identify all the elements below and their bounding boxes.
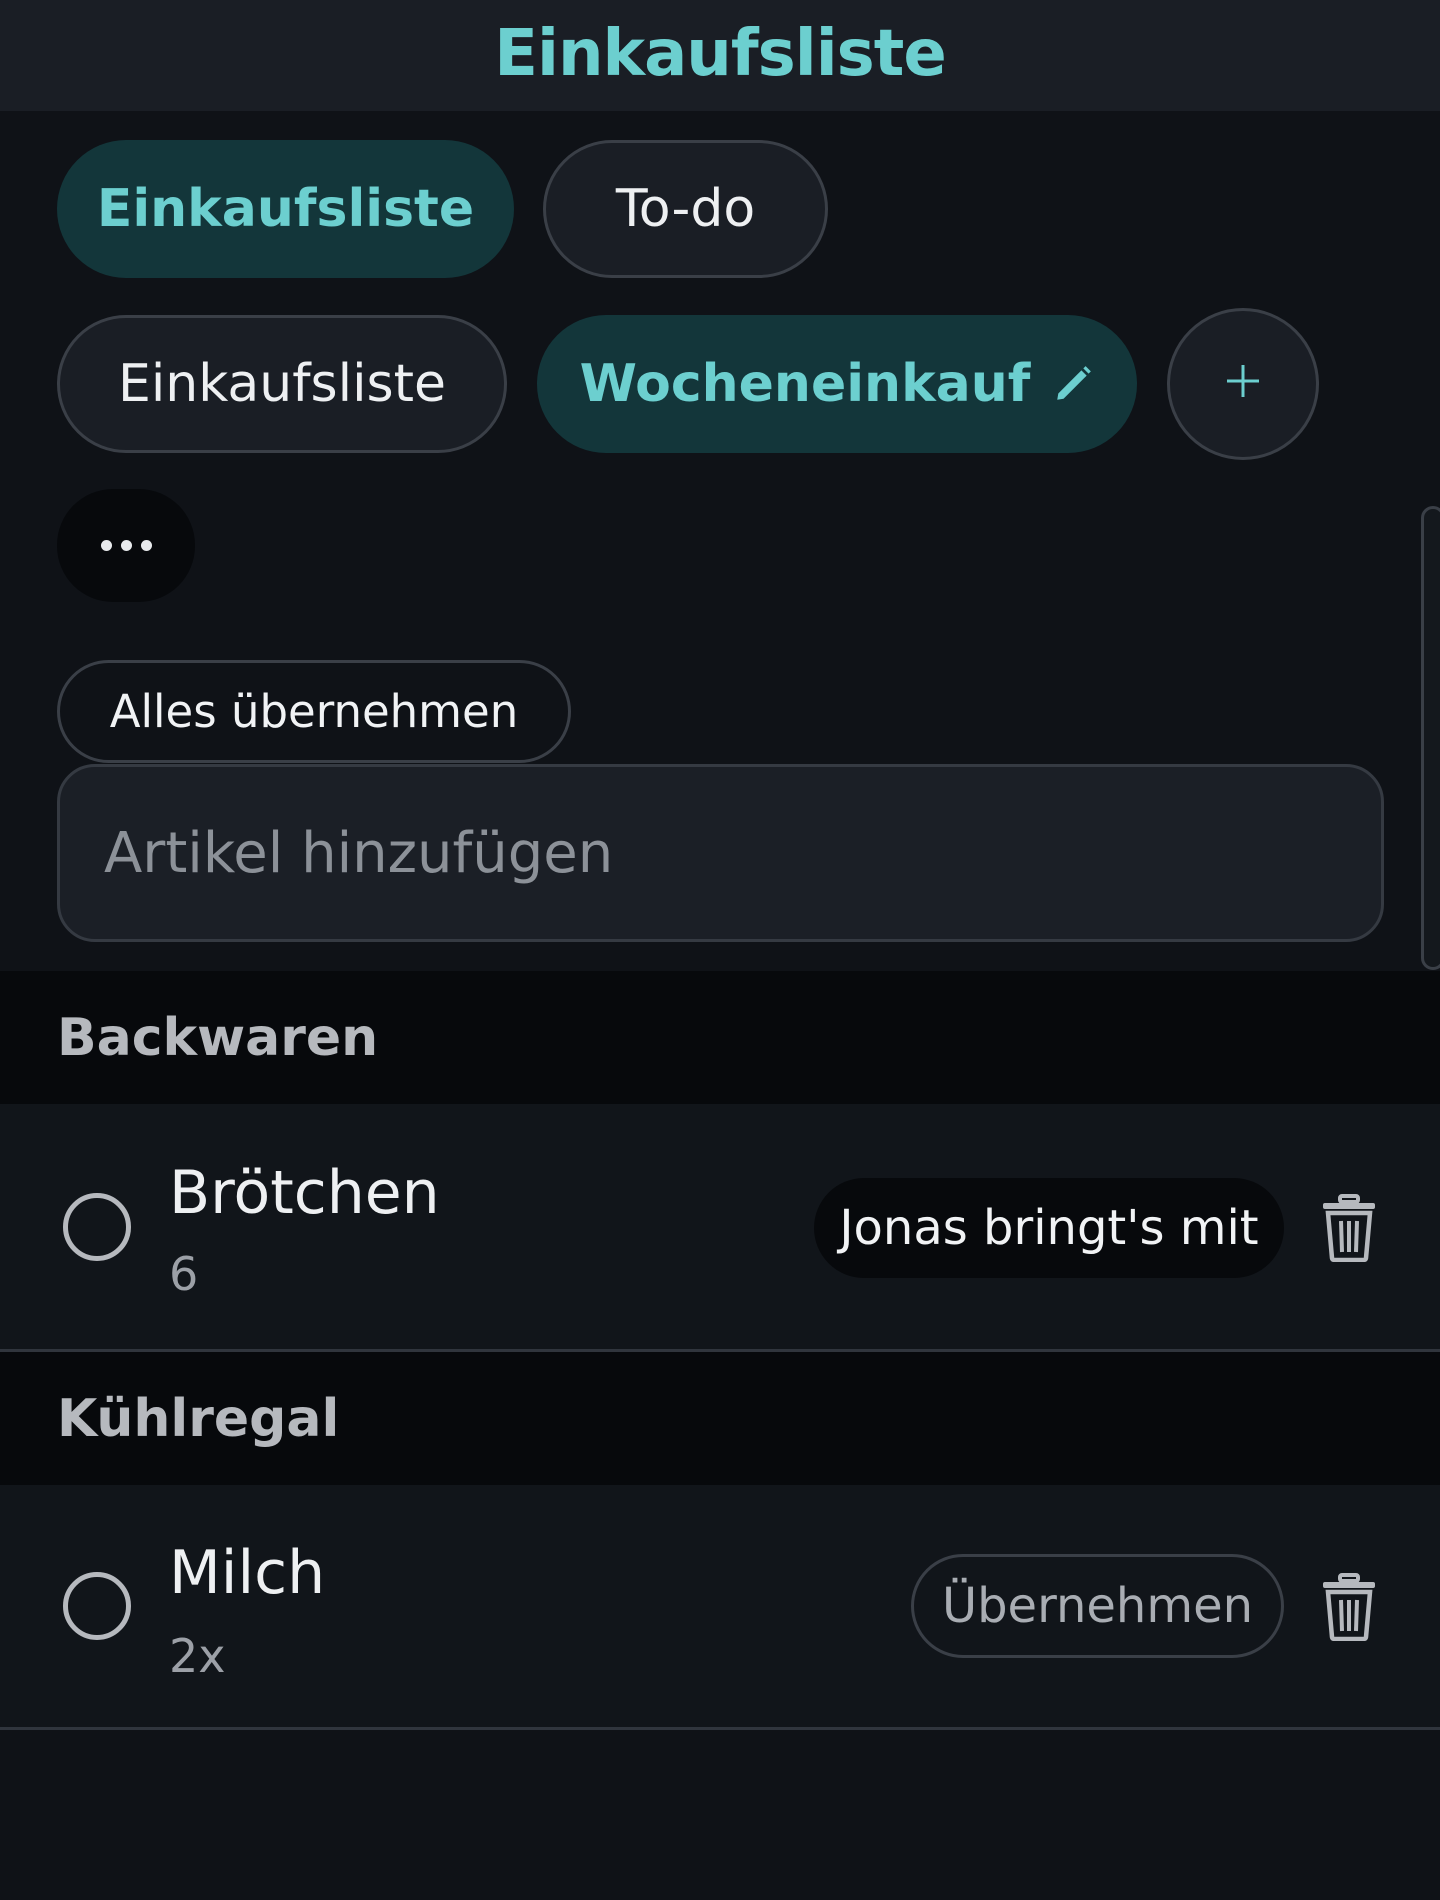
page-title: Einkaufsliste: [494, 16, 946, 91]
item-name: Brötchen: [169, 1158, 440, 1228]
trash-icon[interactable]: [1319, 1573, 1379, 1642]
item-quantity: 2x: [169, 1629, 226, 1683]
tab-einkaufsliste[interactable]: Einkaufsliste: [57, 140, 514, 278]
circle-checkbox-icon[interactable]: [63, 1193, 131, 1261]
more-horizontal-icon-dot: [140, 540, 152, 551]
item-name: Milch: [169, 1538, 326, 1608]
accept-all-button[interactable]: Alles übernehmen: [57, 660, 571, 763]
category-title: Backwaren: [57, 1007, 379, 1068]
add-list-button[interactable]: [1167, 308, 1319, 460]
assignee-badge-label: Jonas bringt's mit: [839, 1200, 1259, 1256]
tab-todo[interactable]: To-do: [543, 140, 828, 278]
list-item[interactable]: Brötchen 6 Jonas bringt's mit: [0, 1104, 1440, 1352]
plus-icon: [1223, 355, 1263, 413]
circle-checkbox-icon[interactable]: [63, 1572, 131, 1640]
assignee-badge[interactable]: Jonas bringt's mit: [814, 1178, 1284, 1278]
accept-item-button[interactable]: Übernehmen: [911, 1554, 1284, 1658]
more-options-button[interactable]: [57, 489, 195, 602]
accept-item-label: Übernehmen: [941, 1578, 1254, 1634]
category-header: Backwaren: [0, 971, 1440, 1104]
list-item[interactable]: Milch 2x Übernehmen: [0, 1485, 1440, 1730]
tab-label: Einkaufsliste: [96, 179, 475, 239]
pencil-icon[interactable]: [1052, 363, 1094, 405]
list-chip-label: Einkaufsliste: [117, 354, 447, 414]
tab-label: To-do: [615, 179, 756, 239]
category-header: Kühlregal: [0, 1352, 1440, 1485]
scrollbar[interactable]: [1421, 506, 1440, 970]
accept-all-label: Alles übernehmen: [109, 685, 519, 738]
app-header: Einkaufsliste: [0, 0, 1440, 111]
more-horizontal-icon-dot: [100, 540, 112, 551]
list-chip-wocheneinkauf[interactable]: Wocheneinkauf: [537, 315, 1137, 453]
category-title: Kühlregal: [57, 1388, 340, 1449]
list-chip-einkaufsliste[interactable]: Einkaufsliste: [57, 315, 507, 453]
item-quantity: 6: [169, 1247, 199, 1301]
list-chip-label: Wocheneinkauf: [579, 354, 1031, 414]
trash-icon[interactable]: [1319, 1194, 1379, 1263]
more-horizontal-icon-dot: [120, 540, 132, 551]
add-item-input[interactable]: [57, 764, 1384, 942]
